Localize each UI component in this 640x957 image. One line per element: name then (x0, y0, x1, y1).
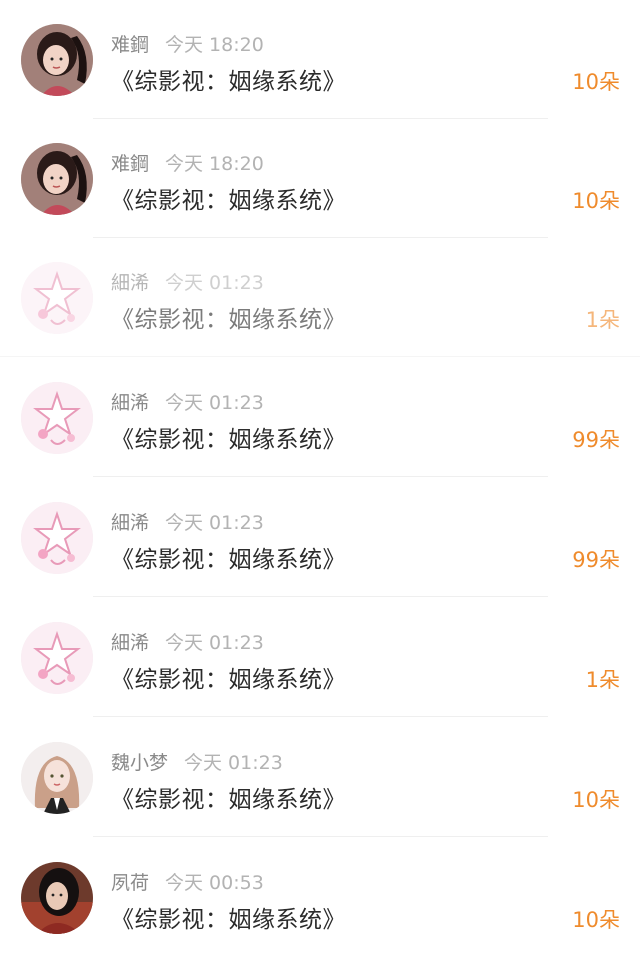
username[interactable]: 細浠 (111, 632, 149, 654)
timestamp: 今天 18:20 (165, 153, 264, 175)
divider (93, 836, 548, 837)
timestamp: 今天 18:20 (165, 34, 264, 56)
book-title[interactable]: 《综影视：姻缘系统》 (111, 900, 346, 934)
username[interactable]: 細浠 (111, 392, 149, 414)
divider (93, 716, 548, 717)
list-item[interactable]: 难鋼 今天 18:20 《综影视：姻缘系统》 10朵 (0, 119, 640, 238)
item-meta: 难鋼 今天 18:20 (111, 30, 264, 58)
avatar[interactable] (21, 502, 93, 574)
gift-record-list: 难鋼 今天 18:20 《综影视：姻缘系统》 10朵 难鋼 今天 18:20 《综影… (0, 0, 640, 941)
avatar-star-pink-icon (21, 382, 93, 454)
divider (93, 476, 548, 477)
list-item[interactable]: 細浠 今天 01:23 《综影视：姻缘系统》 99朵 (0, 478, 640, 597)
username[interactable]: 夙荷 (111, 872, 149, 894)
divider (0, 356, 640, 357)
username[interactable]: 細浠 (111, 512, 149, 534)
timestamp: 今天 01:23 (184, 752, 283, 774)
username[interactable]: 难鋼 (111, 153, 149, 175)
gift-count: 10朵 (572, 70, 620, 94)
book-title[interactable]: 《综影视：姻缘系统》 (111, 181, 346, 215)
gift-count: 10朵 (572, 908, 620, 932)
book-title[interactable]: 《综影视：姻缘系统》 (111, 62, 346, 96)
avatar[interactable] (21, 24, 93, 96)
divider (93, 596, 548, 597)
gift-count: 10朵 (572, 788, 620, 812)
item-meta: 細浠 今天 01:23 (111, 268, 264, 296)
gift-count: 99朵 (572, 428, 620, 452)
gift-count: 1朵 (585, 668, 620, 692)
list-item[interactable]: 細浠 今天 01:23 《综影视：姻缘系统》 1朵 (0, 598, 640, 717)
avatar-girl-red-icon (21, 24, 93, 96)
list-item[interactable]: 魏小梦 今天 01:23 《综影视：姻缘系统》 10朵 (0, 718, 640, 837)
gift-count: 1朵 (585, 308, 620, 332)
item-meta: 細浠 今天 01:23 (111, 628, 264, 656)
list-item[interactable]: 夙荷 今天 00:53 《综影视：姻缘系统》 10朵 (0, 838, 640, 957)
avatar-star-pink-icon (21, 502, 93, 574)
username[interactable]: 难鋼 (111, 34, 149, 56)
timestamp: 今天 01:23 (165, 392, 264, 414)
book-title[interactable]: 《综影视：姻缘系统》 (111, 660, 346, 694)
list-item[interactable]: 难鋼 今天 18:20 《综影视：姻缘系统》 10朵 (0, 0, 640, 119)
avatar-anime-girl-icon (21, 742, 93, 814)
timestamp: 今天 01:23 (165, 512, 264, 534)
item-meta: 魏小梦 今天 01:23 (111, 748, 283, 776)
timestamp: 今天 00:53 (165, 872, 264, 894)
avatar[interactable] (21, 382, 93, 454)
avatar[interactable] (21, 862, 93, 934)
avatar-star-pink-icon (21, 262, 93, 334)
username[interactable]: 細浠 (111, 272, 149, 294)
gift-count: 10朵 (572, 189, 620, 213)
username[interactable]: 魏小梦 (111, 752, 168, 774)
avatar-star-pink-icon (21, 622, 93, 694)
book-title[interactable]: 《综影视：姻缘系统》 (111, 780, 346, 814)
book-title[interactable]: 《综影视：姻缘系统》 (111, 420, 346, 454)
avatar[interactable] (21, 622, 93, 694)
avatar[interactable] (21, 143, 93, 215)
book-title[interactable]: 《综影视：姻缘系统》 (111, 300, 346, 334)
item-meta: 細浠 今天 01:23 (111, 508, 264, 536)
avatar-girl-dark-icon (21, 862, 93, 934)
item-meta: 难鋼 今天 18:20 (111, 149, 264, 177)
list-item[interactable]: 細浠 今天 01:23 《综影视：姻缘系统》 99朵 (0, 358, 640, 477)
avatar[interactable] (21, 742, 93, 814)
timestamp: 今天 01:23 (165, 632, 264, 654)
timestamp: 今天 01:23 (165, 272, 264, 294)
item-meta: 細浠 今天 01:23 (111, 388, 264, 416)
item-meta: 夙荷 今天 00:53 (111, 868, 264, 896)
avatar-girl-red-icon (21, 143, 93, 215)
avatar[interactable] (21, 262, 93, 334)
gift-count: 99朵 (572, 548, 620, 572)
book-title[interactable]: 《综影视：姻缘系统》 (111, 540, 346, 574)
list-item[interactable]: 細浠 今天 01:23 《综影视：姻缘系统》 1朵 (0, 238, 640, 357)
